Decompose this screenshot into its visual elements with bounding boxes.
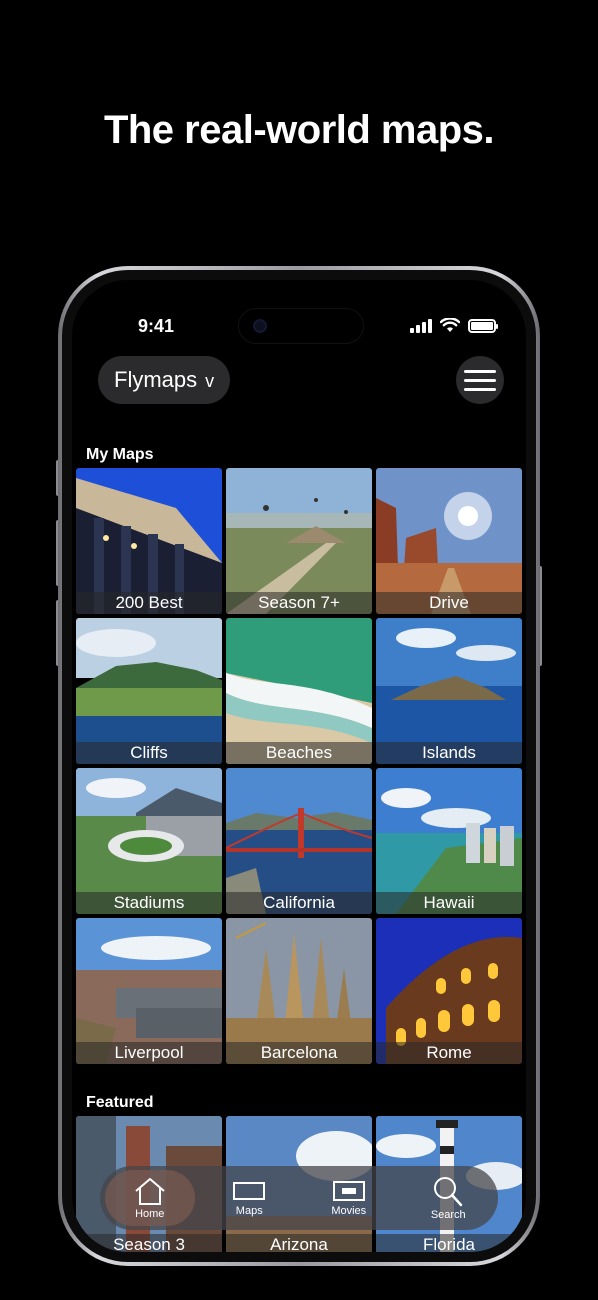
map-tile[interactable]: Season 7+ [226, 468, 372, 614]
wifi-icon [440, 318, 460, 332]
tile-label: Stadiums [76, 892, 222, 914]
map-tile[interactable]: Beaches [226, 618, 372, 764]
tab-search[interactable]: Search [403, 1170, 493, 1226]
tile-label: Cliffs [76, 742, 222, 764]
tile-label: California [226, 892, 372, 914]
status-icons [410, 318, 498, 333]
my-maps-grid: 200 Best Season 7+ Drive Cliffs Beaches … [76, 468, 522, 1064]
movie-icon [332, 1181, 365, 1201]
hamburger-icon-line [464, 369, 496, 373]
tile-label: 200 Best [76, 592, 222, 614]
tile-label: Drive [376, 592, 522, 614]
tab-label: Maps [235, 1205, 263, 1217]
tile-label: Arizona [226, 1234, 372, 1252]
tab-label: Search [430, 1209, 466, 1221]
tile-label: Season 7+ [226, 592, 372, 614]
chevron-down-icon: v [205, 370, 215, 391]
tab-movies[interactable]: Movies [304, 1170, 394, 1226]
camera-icon [253, 319, 267, 333]
tile-label: Barcelona [226, 1042, 372, 1064]
map-tile[interactable]: 200 Best [76, 468, 222, 614]
map-tile[interactable]: Barcelona [226, 918, 372, 1064]
status-time: 9:41 [138, 316, 175, 336]
map-tile[interactable]: Liverpool [76, 918, 222, 1064]
tile-label: Florida [376, 1234, 522, 1252]
section-title-my-maps: My Maps [86, 446, 154, 463]
menu-button[interactable] [456, 356, 504, 404]
tile-label: Beaches [226, 742, 372, 764]
phone-frame: 9:41 Flymaps v My Maps 200 Best Season 7… [58, 266, 540, 1266]
section-title-featured: Featured [86, 1094, 154, 1111]
app-name: Flymaps [114, 367, 198, 392]
tab-label: Home [135, 1208, 165, 1220]
hamburger-icon-line [464, 387, 496, 391]
app-screen: 9:41 Flymaps v My Maps 200 Best Season 7… [72, 280, 526, 1252]
bottom-tab-bar: Home Maps Movies Search [100, 1166, 498, 1230]
map-tile[interactable]: Stadiums [76, 768, 222, 914]
map-tile[interactable]: Islands [376, 618, 522, 764]
cellular-signal-icon [410, 318, 432, 333]
home-icon [135, 1178, 165, 1205]
marketing-headline: The real-world maps. [103, 108, 495, 152]
tab-home[interactable]: Home [104, 1170, 195, 1226]
map-tile[interactable]: Cliffs [76, 618, 222, 764]
app-switcher-button[interactable]: Flymaps v [98, 356, 231, 404]
tab-label: Movies [331, 1205, 367, 1217]
tile-label: Rome [376, 1042, 522, 1064]
tab-maps[interactable]: Maps [204, 1170, 294, 1226]
map-tile[interactable]: Hawaii [376, 768, 522, 914]
dynamic-island [238, 308, 364, 344]
hamburger-icon-line [464, 378, 496, 382]
search-icon [434, 1177, 463, 1207]
tile-label: Islands [376, 742, 522, 764]
tile-label: Season 3 [76, 1234, 222, 1252]
tile-label: Liverpool [76, 1042, 222, 1064]
map-icon [233, 1182, 266, 1200]
map-tile[interactable]: Rome [376, 918, 522, 1064]
map-tile[interactable]: Drive [376, 468, 522, 614]
map-tile[interactable]: California [226, 768, 372, 914]
battery-icon [468, 318, 498, 333]
tile-label: Hawaii [376, 892, 522, 914]
